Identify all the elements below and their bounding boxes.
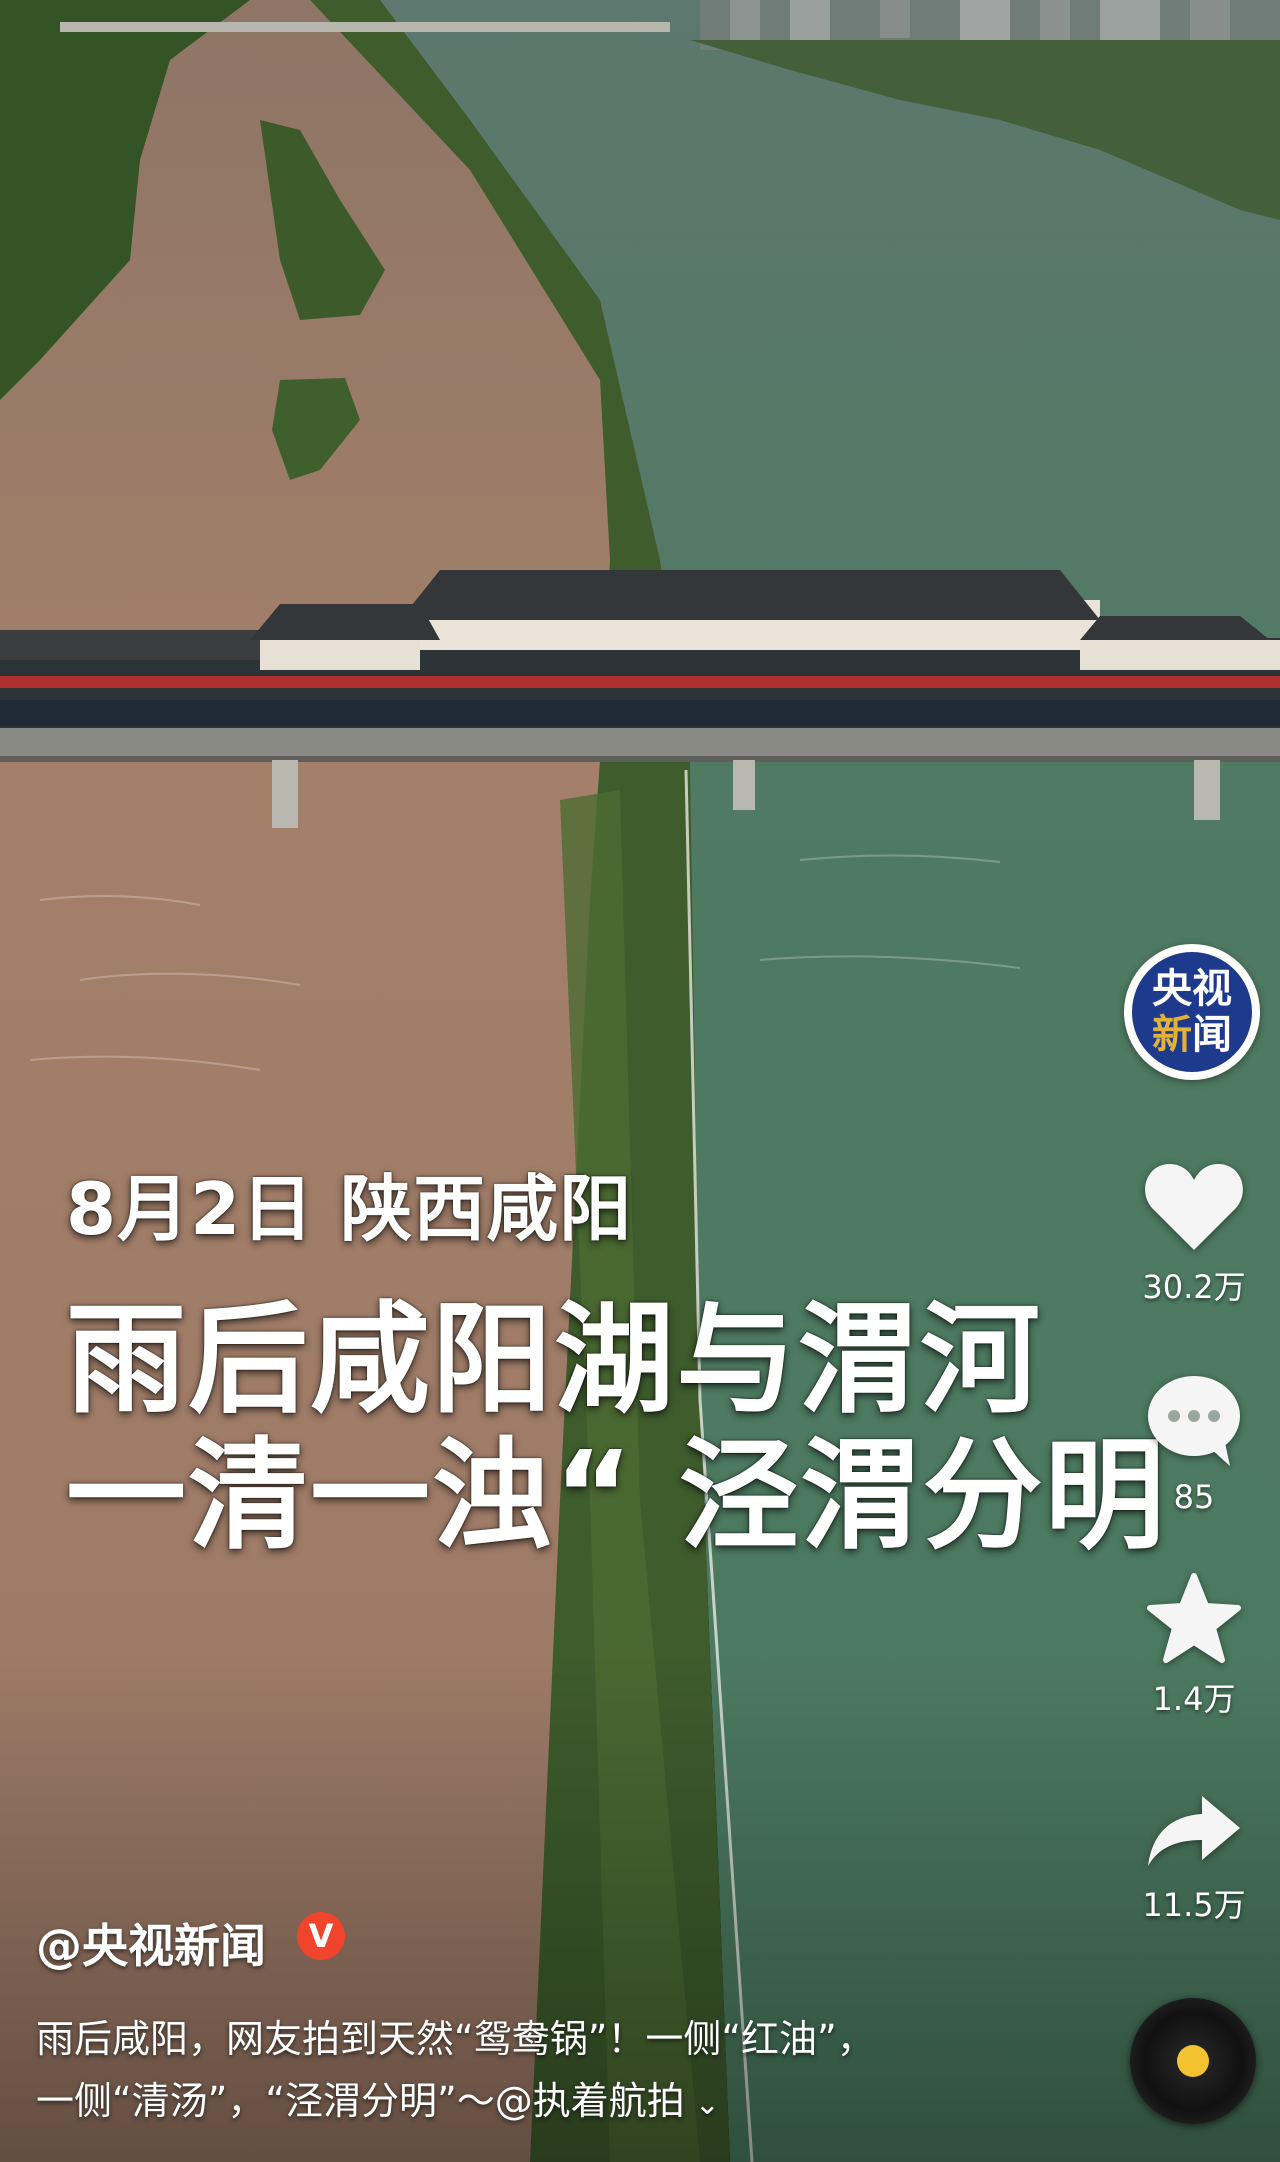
video-date-location: 8月2日 陕西咸阳: [66, 1167, 633, 1251]
aerial-river-photo: [0, 0, 1280, 2162]
author-name[interactable]: @央视新闻: [36, 1910, 266, 1976]
share-button[interactable]: 11.5万: [1132, 1790, 1256, 1926]
share-arrow-icon: [1148, 1796, 1240, 1866]
bridge-deck: [0, 728, 1280, 756]
comment-button[interactable]: 85: [1132, 1372, 1256, 1516]
channel-logo-line1: 央视: [1152, 966, 1232, 1012]
channel-avatar[interactable]: 央视 新闻: [1124, 944, 1260, 1080]
music-disc[interactable]: [1130, 1998, 1256, 2124]
comment-icon: [1148, 1376, 1240, 1466]
music-disc-label: [1177, 2045, 1209, 2077]
channel-logo-line2: 新闻: [1132, 1012, 1252, 1058]
channel-logo-char-a: 新: [1152, 1012, 1192, 1058]
verified-badge: V: [297, 1912, 345, 1960]
caption-line2-text: 一侧“清汤”，“泾渭分明”～@执着航拍: [36, 2079, 685, 2123]
favorite-count: 1.4万: [1152, 1680, 1236, 1718]
comment-count: 85: [1173, 1478, 1215, 1516]
like-button[interactable]: 30.2万: [1132, 1160, 1256, 1308]
video-headline-line2: 一清一浊“ 泾渭分明: [66, 1427, 1167, 1566]
video-player[interactable]: 8月2日 陕西咸阳 雨后咸阳湖与渭河 一清一浊“ 泾渭分明 央视 新闻 30.2…: [0, 0, 1280, 2162]
chevron-down-icon[interactable]: ⌄: [695, 2087, 720, 2122]
favorite-button[interactable]: 1.4万: [1132, 1572, 1256, 1720]
video-caption-line1: 雨后咸阳，网友拍到天然“鸳鸯锅”！一侧“红油”，: [36, 2017, 875, 2061]
share-count: 11.5万: [1142, 1886, 1246, 1924]
video-caption-line2[interactable]: 一侧“清汤”，“泾渭分明”～@执着航拍 ⌄: [36, 2070, 720, 2125]
heart-icon: [1145, 1164, 1243, 1250]
channel-logo: 央视 新闻: [1132, 952, 1252, 1072]
star-icon: [1147, 1573, 1241, 1663]
channel-logo-char-b: 闻: [1192, 1012, 1232, 1058]
like-count: 30.2万: [1142, 1268, 1246, 1306]
